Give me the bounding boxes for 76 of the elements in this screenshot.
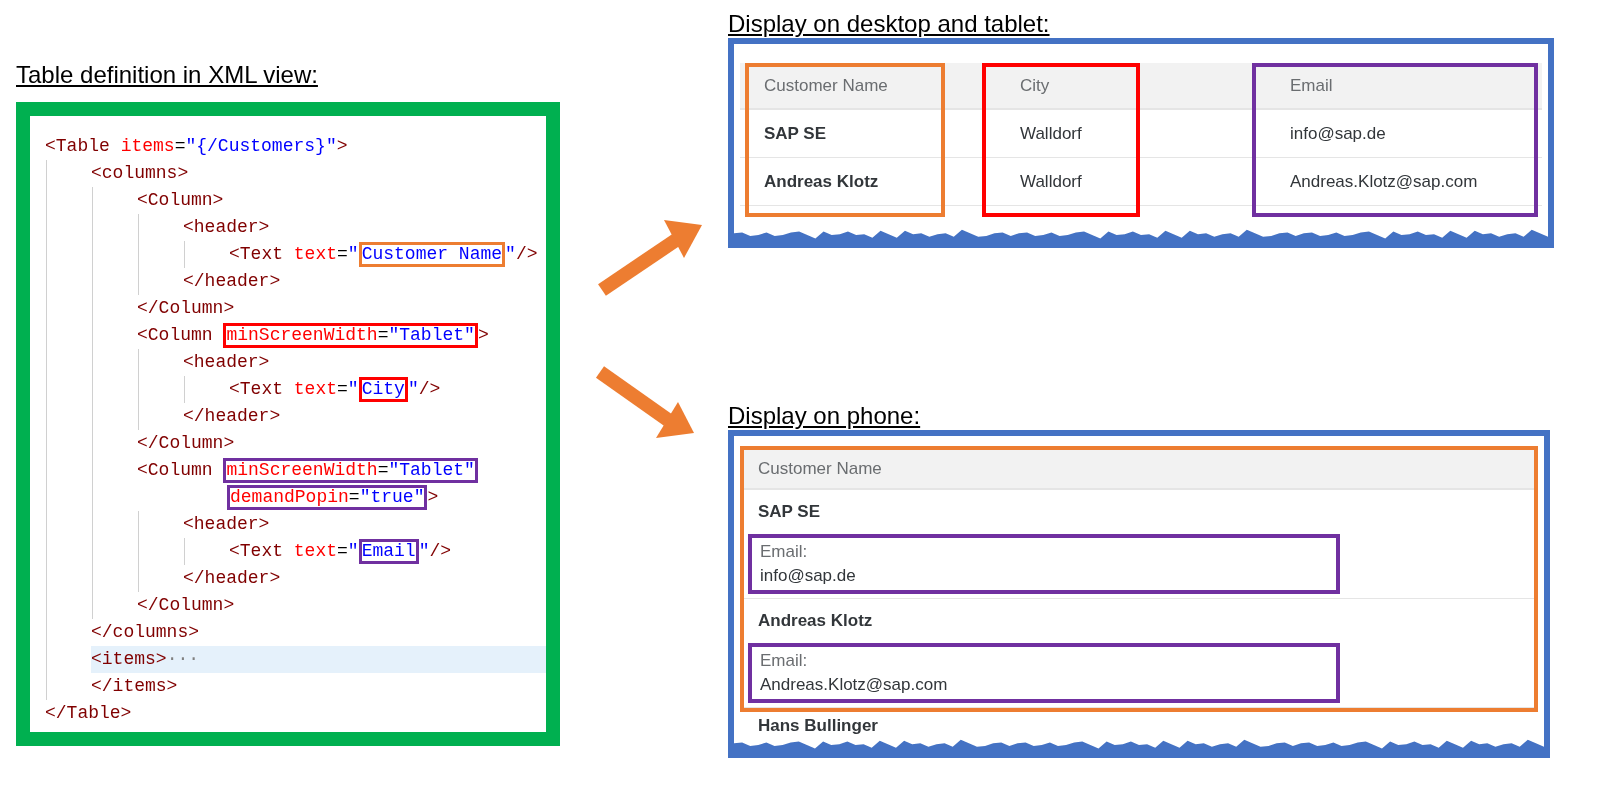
popin-value: info@sap.de — [760, 565, 856, 587]
table-cell: Hans Bullinger — [758, 716, 878, 736]
code-token: ··· — [166, 648, 200, 671]
table-cell: Walldorf — [980, 110, 1250, 158]
code-token: <Column — [137, 324, 214, 347]
code-token: </header> — [183, 567, 281, 590]
code-token: </Column> — [137, 297, 235, 320]
code-token: </Column> — [137, 432, 235, 455]
code-token: items — [120, 135, 175, 158]
code-token: <header> — [183, 351, 270, 374]
code-token: "Tablet" — [388, 325, 475, 345]
arrow-icon — [598, 220, 702, 296]
code-token: minScreenWidth — [226, 460, 378, 480]
code-token: > — [427, 486, 439, 509]
code-token: </columns> — [91, 621, 200, 644]
code-token: text — [293, 243, 338, 266]
table-cell-text: SAP SE — [757, 501, 822, 524]
code-token: </header> — [183, 405, 281, 428]
section-title: Display on desktop and tablet: — [728, 9, 1050, 38]
code-token: </header> — [183, 270, 281, 293]
column-header: Customer Name — [740, 63, 980, 110]
code-token: "true" — [359, 487, 425, 507]
code-token: <Text — [229, 540, 284, 563]
table-cell: Walldorf — [980, 158, 1250, 206]
table-cell: Andreas.Klotz@sap.com — [1250, 158, 1542, 206]
code-token: " — [407, 378, 419, 401]
code-token: = — [337, 378, 348, 401]
code-token: demandPopin — [230, 487, 349, 507]
code-token: Customer Name — [361, 244, 503, 264]
code-token: </Column> — [137, 594, 235, 617]
code-token: /> — [515, 243, 538, 266]
code-token: City — [361, 379, 405, 399]
code-token: <columns> — [91, 162, 189, 185]
code-token: <Column — [137, 459, 214, 482]
code-token: = — [377, 325, 389, 345]
arrow-icon — [595, 366, 694, 438]
code-token: = — [174, 135, 186, 158]
code-token: <Column> — [137, 189, 224, 212]
code-token: <Text — [229, 378, 284, 401]
code-token: Email — [361, 541, 416, 561]
code-token: = — [348, 487, 360, 507]
popin-label: Email: — [760, 650, 808, 672]
code-token: " — [418, 540, 430, 563]
popin-value: Andreas.Klotz@sap.com — [760, 674, 948, 696]
popin-label: Email: — [760, 541, 808, 563]
code-token: "Tablet" — [388, 460, 475, 480]
code-token: /> — [429, 540, 452, 563]
code-token: /> — [418, 378, 441, 401]
code-token: " — [347, 243, 359, 266]
code-token: <Table — [45, 135, 111, 158]
section-title: Table definition in XML view: — [16, 60, 318, 90]
column-header: City — [980, 63, 1250, 110]
code-token: "{/Customers}" — [185, 135, 337, 158]
code-token: = — [377, 460, 389, 480]
code-token: " — [505, 243, 516, 266]
code-token: </Table> — [45, 702, 132, 725]
code-token: text — [293, 540, 338, 563]
code-token: </items> — [91, 675, 178, 698]
column-header: Customer Name — [744, 450, 1534, 490]
code-token: <header> — [183, 513, 270, 536]
code-token: > — [336, 135, 348, 158]
code-token: minScreenWidth — [226, 325, 378, 345]
code-token: text — [293, 378, 338, 401]
code-token: = — [337, 540, 348, 563]
section-title: Display on phone: — [728, 401, 921, 430]
table-cell-text: Andreas Klotz — [757, 610, 874, 633]
code-token: " — [347, 540, 359, 563]
code-token: " — [347, 378, 359, 401]
code-token: <header> — [183, 216, 270, 239]
code-token: > — [477, 324, 489, 347]
table-cell: info@sap.de — [1250, 110, 1542, 158]
table-cell: Andreas Klotz — [740, 158, 980, 206]
table-cell: SAP SE — [740, 110, 980, 158]
code-token: = — [337, 243, 348, 266]
code-token: <Text — [229, 243, 284, 266]
code-token: <items> — [91, 648, 167, 671]
